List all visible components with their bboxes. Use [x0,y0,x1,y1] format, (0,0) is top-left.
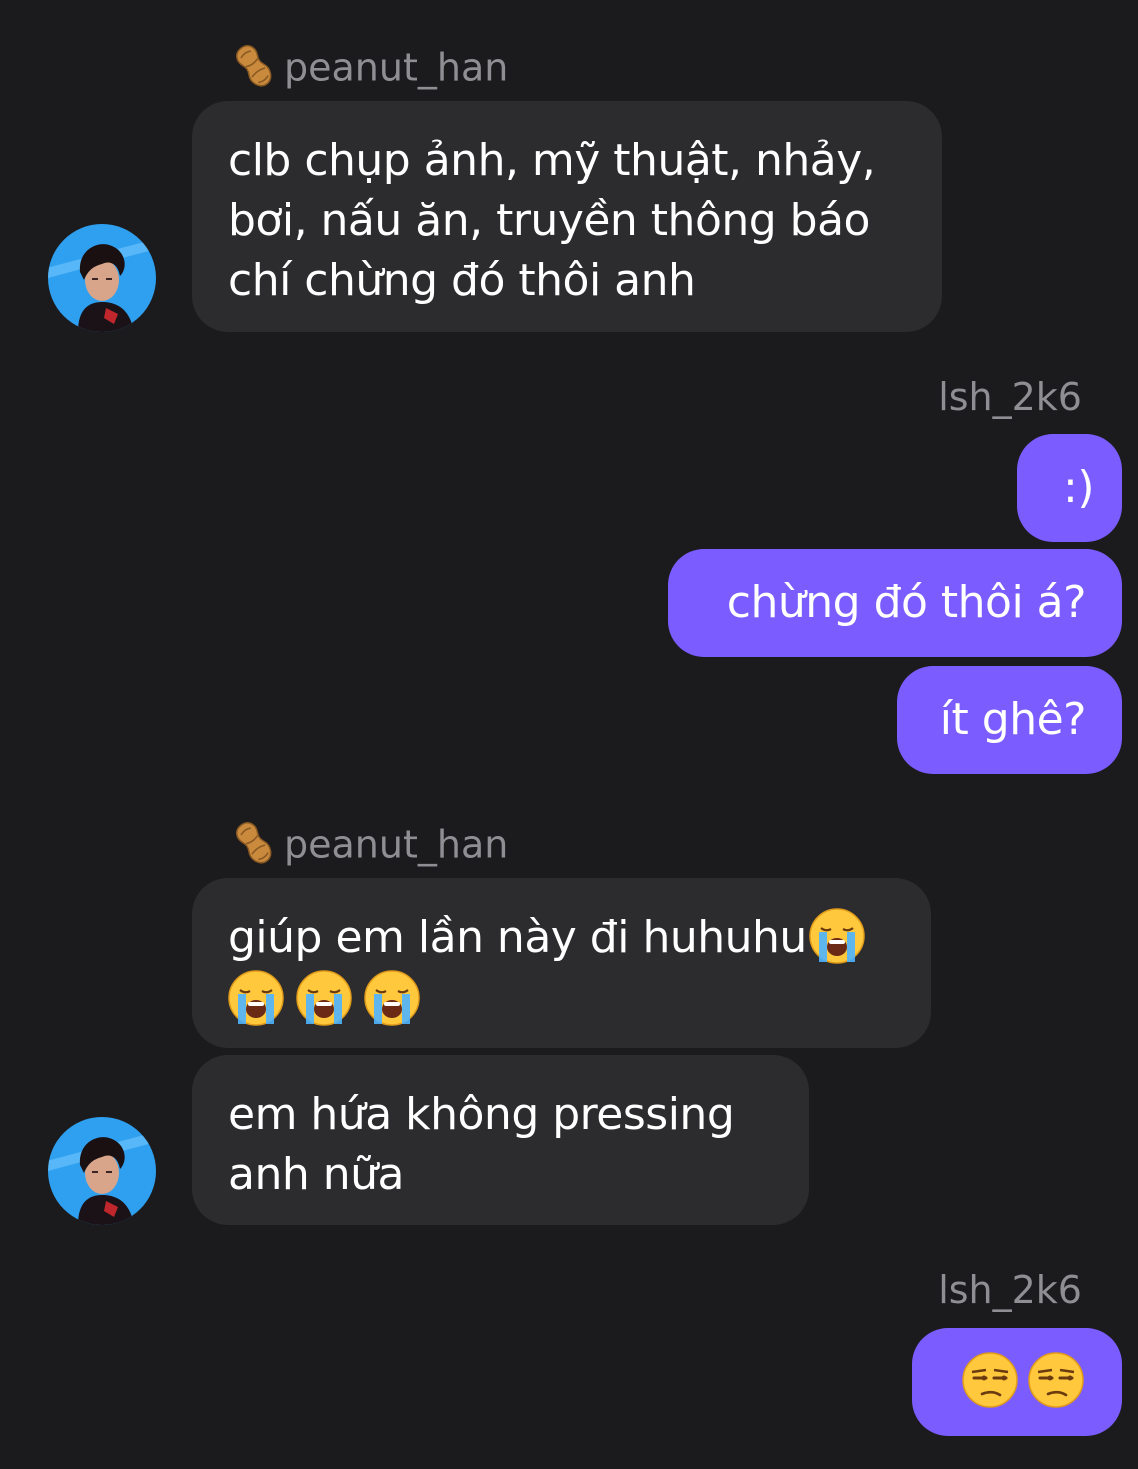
sender-name: peanut_han [230,44,508,96]
sender-name-text: peanut_han [284,822,509,867]
sender-name: lsh_2k6 [938,375,1082,419]
message-bubble[interactable]: :) [1017,434,1122,542]
message-bubble[interactable]: clb chụp ảnh, mỹ thuật, nhảy, bơi, nấu ă… [192,101,942,332]
message-line: clb chụp ảnh, mỹ thuật, nhảy, [228,135,876,186]
message-line: giúp em lần này đi huhuhu [228,908,895,970]
loudly-crying-face-icon [294,968,354,1028]
sender-name: lsh_2k6 [938,1268,1082,1312]
message-text: :) [1063,462,1095,513]
message-bubble[interactable]: chừng đó thôi á? [668,549,1122,657]
message-line: anh nữa [228,1149,404,1200]
unamused-face-icon [960,1350,1020,1410]
loudly-crying-face-icon [807,906,867,966]
message-bubble[interactable]: em hứa không pressing anh nữa [192,1055,809,1225]
message-line: em hứa không pressing [228,1089,735,1140]
message-bubble[interactable]: giúp em lần này đi huhuhu [192,878,931,1048]
loudly-crying-face-icon [362,968,422,1028]
message-text: ít ghê? [939,694,1087,745]
peanut-icon [230,40,278,92]
message-line: bơi, nấu ăn, truyền thông báo [228,195,870,246]
message-bubble[interactable] [912,1328,1122,1436]
message-text: chừng đó thôi á? [726,577,1087,628]
message-text: giúp em lần này đi huhuhu [228,912,807,963]
message-line: chí chừng đó thôi anh [228,255,696,306]
message-line [226,970,895,1032]
message-bubble[interactable]: ít ghê? [897,666,1122,774]
sender-name-text: peanut_han [284,45,509,90]
unamused-face-icon [1026,1350,1086,1410]
avatar[interactable] [48,1117,156,1225]
sender-name: peanut_han [230,821,508,873]
peanut-icon [230,817,278,869]
loudly-crying-face-icon [226,968,286,1028]
avatar[interactable] [48,224,156,332]
